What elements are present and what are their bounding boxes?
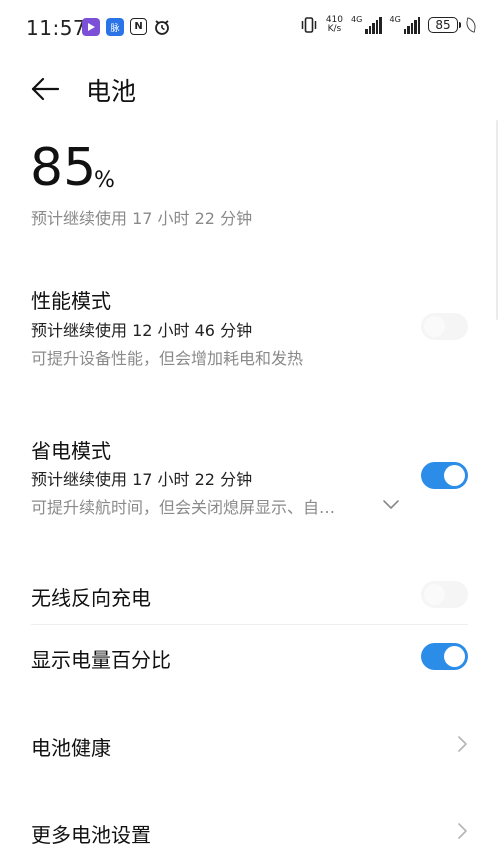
battery-icon: 85 [428, 17, 461, 33]
power-saving-mode-title: 省电模式 [31, 439, 111, 463]
chevron-right-icon [455, 735, 469, 753]
status-bar: 11:57 脉 N 410 K/s 4G 4G 85 [0, 0, 500, 56]
chevron-right-icon [455, 822, 469, 840]
nfc-icon: N [130, 18, 147, 35]
more-battery-settings-title: 更多电池设置 [31, 823, 151, 847]
battery-remaining-time: 预计继续使用 17 小时 22 分钟 [31, 209, 253, 228]
battery-percent-unit: % [94, 168, 115, 193]
alarm-icon [153, 18, 171, 36]
performance-mode-title: 性能模式 [31, 289, 111, 313]
battery-percent-value: 85 [30, 138, 97, 198]
page-title: 电池 [86, 77, 137, 106]
reverse-charging-title: 无线反向充电 [31, 586, 151, 610]
performance-mode-subtitle: 预计继续使用 12 小时 46 分钟 [31, 321, 253, 340]
video-app-icon [82, 18, 100, 36]
signal-sim2-icon: 4G [390, 15, 420, 34]
battery-health-title: 电池健康 [31, 736, 111, 760]
performance-mode-toggle[interactable] [421, 313, 468, 340]
power-saving-mode-description: 可提升续航时间，但会关闭熄屏显示、自… [31, 498, 336, 517]
status-right: 410 K/s 4G 4G 85 [300, 15, 478, 34]
eco-leaf-icon [464, 17, 478, 33]
notification-icons: 脉 N [82, 18, 171, 36]
signal-sim1-icon: 4G [351, 15, 382, 34]
chevron-down-icon[interactable] [382, 496, 400, 510]
divider [31, 624, 468, 625]
power-saving-mode-subtitle: 预计继续使用 17 小时 22 分钟 [31, 470, 253, 489]
maimai-app-icon: 脉 [106, 18, 124, 36]
reverse-charging-toggle[interactable] [421, 581, 468, 608]
back-arrow-icon[interactable] [30, 74, 60, 104]
scrollbar [496, 120, 498, 320]
vibrate-icon [300, 16, 318, 34]
status-time: 11:57 [26, 16, 87, 40]
network-speed: 410 K/s [325, 15, 343, 34]
show-percent-title: 显示电量百分比 [31, 648, 171, 672]
show-percent-toggle[interactable] [421, 643, 468, 670]
performance-mode-description: 可提升设备性能，但会增加耗电和发热 [31, 349, 304, 368]
power-saving-mode-toggle[interactable] [421, 462, 468, 489]
